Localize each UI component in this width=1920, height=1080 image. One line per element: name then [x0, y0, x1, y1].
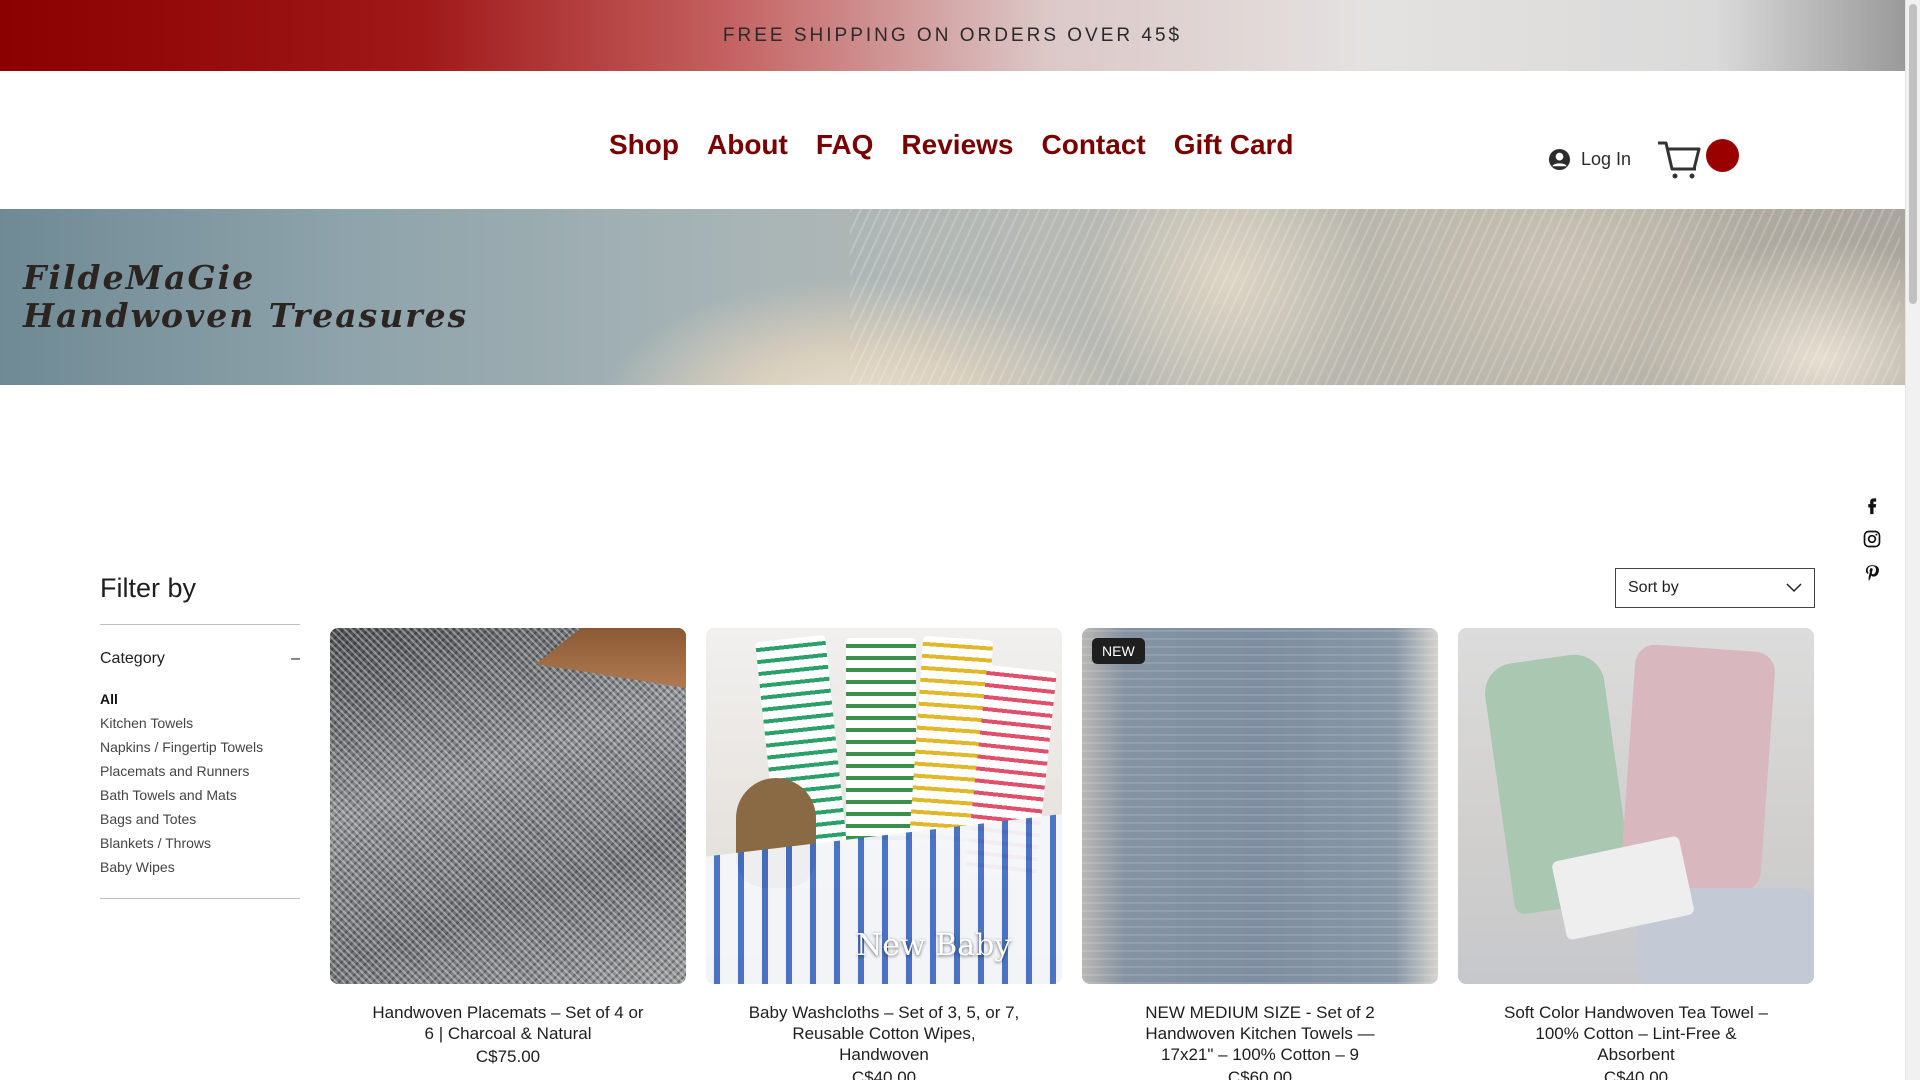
product-image-detail [1082, 628, 1438, 984]
nav-item-reviews[interactable]: Reviews [887, 131, 1027, 159]
product-price: C$40.00 [851, 1068, 917, 1080]
facebook-icon[interactable] [1862, 495, 1882, 515]
product-name[interactable]: NEW MEDIUM SIZE - Set of 2 Handwoven Kit… [1082, 1002, 1438, 1065]
product-image-caption: New Baby [856, 928, 1012, 963]
hero-banner: FildeMaGie Handwoven Treasures [0, 209, 1905, 385]
scrollbar-thumb[interactable] [1909, 4, 1917, 304]
social-bar [1862, 495, 1886, 597]
nav-item-contact[interactable]: Contact [1028, 131, 1160, 159]
nav-item-about[interactable]: About [693, 131, 802, 159]
product-image-detail [536, 628, 686, 688]
login-button[interactable]: Log In [1548, 148, 1631, 171]
new-badge: NEW [1092, 638, 1145, 664]
category-item-blankets[interactable]: Blankets / Throws [100, 834, 263, 858]
page-scrollbar[interactable] [1905, 0, 1920, 1080]
category-item-bags[interactable]: Bags and Totes [100, 810, 263, 834]
category-item-kitchen-towels[interactable]: Kitchen Towels [100, 714, 263, 738]
hero-title-line1: FildeMaGie [23, 258, 256, 297]
product-name[interactable]: Soft Color Handwoven Tea Towel – 100% Co… [1458, 1002, 1814, 1065]
cart-icon [1658, 141, 1701, 179]
product-price: C$60.00 [1227, 1068, 1293, 1080]
category-item-baby-wipes[interactable]: Baby Wipes [100, 858, 263, 882]
product-image[interactable] [330, 628, 686, 984]
product-image-detail [846, 638, 916, 848]
category-item-all[interactable]: All [100, 690, 263, 714]
category-list: All Kitchen Towels Napkins / Fingertip T… [100, 690, 263, 882]
login-label: Log In [1581, 149, 1632, 169]
product-card[interactable]: New Baby Baby Washcloths – Set of 3, 5, … [706, 628, 1062, 1080]
cart-button[interactable] [1656, 137, 1741, 181]
sort-dropdown[interactable]: Sort by [1615, 568, 1815, 608]
nav-item-faq[interactable]: FAQ [802, 131, 888, 159]
product-name[interactable]: Baby Washcloths – Set of 3, 5, or 7, Reu… [706, 1002, 1062, 1065]
hero-yarn-texture [850, 209, 1900, 385]
product-grid: Handwoven Placemats – Set of 4 or 6 | Ch… [330, 628, 1814, 1080]
sort-label: Sort by [1628, 579, 1679, 596]
category-item-placemats[interactable]: Placemats and Runners [100, 762, 263, 786]
nav-item-gift-card[interactable]: Gift Card [1160, 131, 1308, 159]
user-icon [1548, 148, 1571, 171]
instagram-icon[interactable] [1862, 529, 1882, 549]
product-card[interactable]: Soft Color Handwoven Tea Towel – 100% Co… [1458, 628, 1814, 1080]
site-header: Shop About FAQ Reviews Contact Gift Card… [0, 71, 1905, 209]
category-item-bath-towels[interactable]: Bath Towels and Mats [100, 786, 263, 810]
product-card[interactable]: Handwoven Placemats – Set of 4 or 6 | Ch… [330, 628, 686, 1080]
announcement-text: FREE SHIPPING ON ORDERS OVER 45$ [722, 24, 1183, 46]
filter-divider-bottom [100, 898, 300, 899]
product-image[interactable] [1458, 628, 1814, 984]
main-nav: Shop About FAQ Reviews Contact Gift Card [595, 131, 1308, 159]
filter-divider [100, 624, 300, 625]
nav-item-shop[interactable]: Shop [595, 131, 693, 159]
hero-title: FildeMaGie Handwoven Treasures [23, 259, 468, 335]
filter-title: Filter by [100, 573, 197, 603]
hero-title-line2: Handwoven Treasures [23, 296, 469, 335]
collapse-icon: – [291, 650, 300, 667]
category-item-napkins[interactable]: Napkins / Fingertip Towels [100, 738, 263, 762]
announcement-bar: FREE SHIPPING ON ORDERS OVER 45$ [0, 0, 1905, 71]
pinterest-icon[interactable] [1862, 563, 1882, 583]
product-name[interactable]: Handwoven Placemats – Set of 4 or 6 | Ch… [330, 1002, 686, 1044]
category-toggle[interactable]: Category – [100, 650, 300, 668]
product-image[interactable]: New Baby [706, 628, 1062, 984]
product-card[interactable]: NEW NEW MEDIUM SIZE - Set of 2 Handwoven… [1082, 628, 1438, 1080]
product-image[interactable]: NEW [1082, 628, 1438, 984]
chevron-down-icon [1786, 583, 1802, 593]
product-price: C$40.00 [1603, 1068, 1669, 1080]
cart-count-badge [1706, 139, 1739, 172]
category-heading: Category [100, 650, 165, 667]
product-price: C$75.00 [475, 1047, 541, 1066]
